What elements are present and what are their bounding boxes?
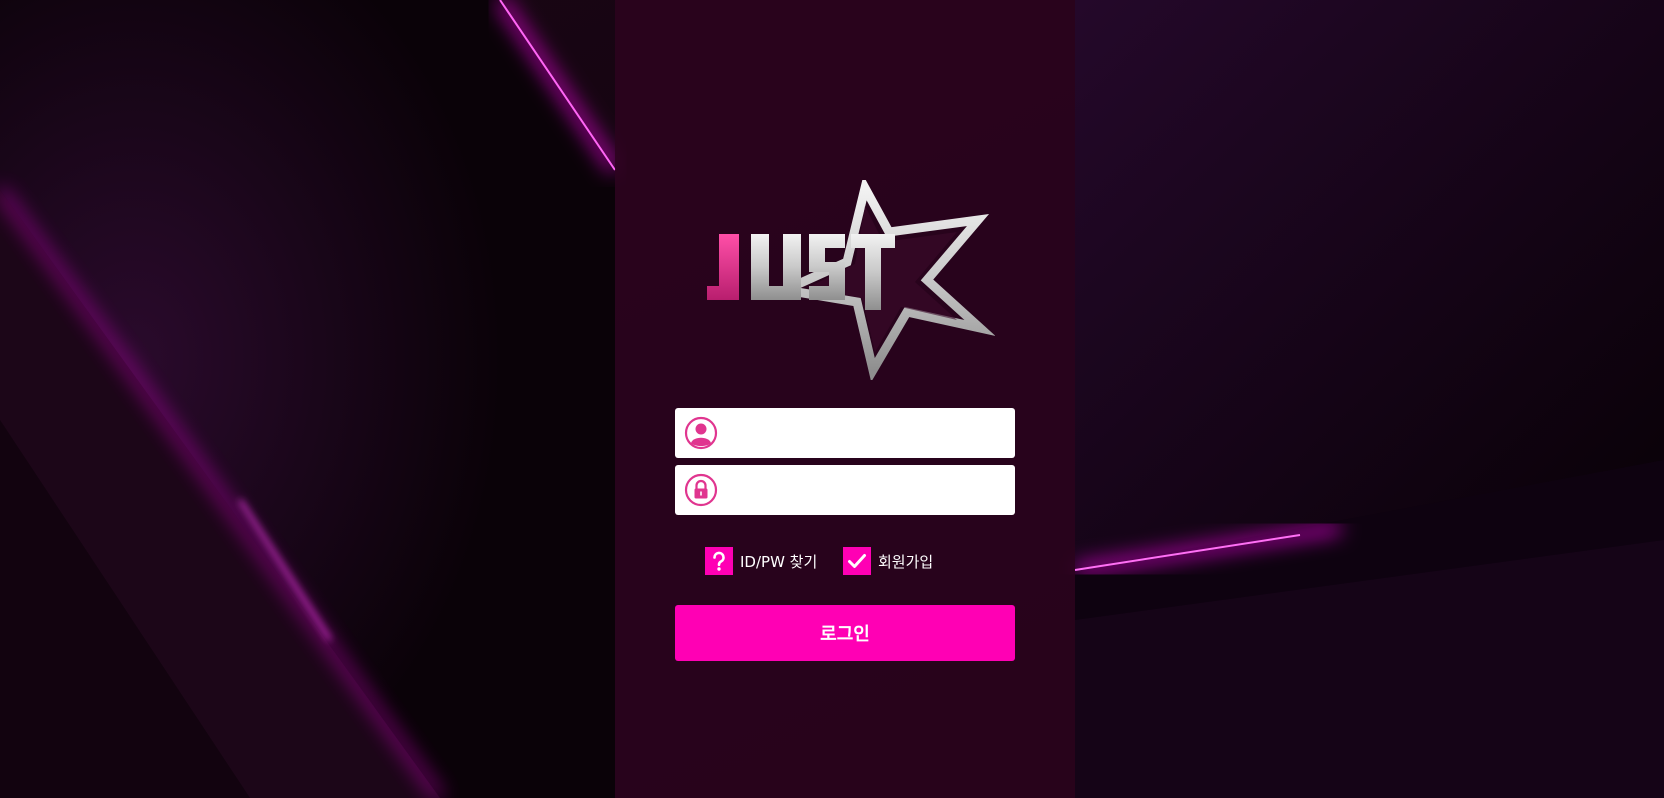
signup-link[interactable]: 회원가입 (843, 547, 933, 575)
just-logo (695, 175, 996, 382)
signup-label: 회원가입 (878, 552, 934, 571)
password-input[interactable] (731, 465, 1007, 515)
login-page: ID/PW 찾기 회원가입 로그인 (0, 0, 1664, 798)
find-account-link[interactable]: ID/PW 찾기 (705, 547, 817, 575)
username-input[interactable] (731, 408, 1007, 458)
lock-icon (684, 473, 718, 507)
check-icon (843, 547, 871, 575)
login-button[interactable]: 로그인 (675, 605, 1015, 661)
username-field[interactable] (675, 408, 1015, 458)
password-field[interactable] (675, 465, 1015, 515)
user-icon (684, 416, 718, 450)
login-panel (615, 0, 1075, 798)
question-icon (705, 547, 733, 575)
find-account-label: ID/PW 찾기 (740, 552, 818, 571)
